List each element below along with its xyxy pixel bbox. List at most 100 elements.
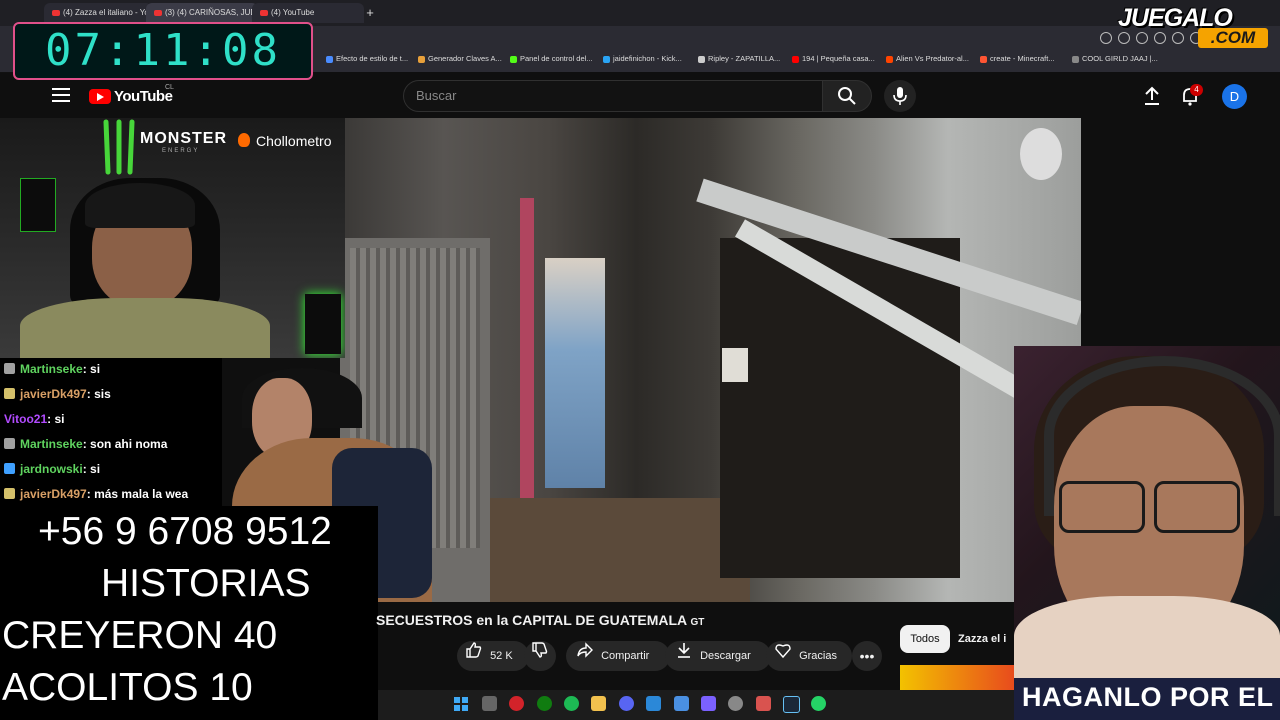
app-icon[interactable]	[728, 696, 743, 711]
stream-overlay-panel: +56 9 6708 9512 HISTORIAS CREYERON 40 AC…	[0, 506, 378, 720]
super-thanks-icon	[775, 644, 791, 659]
monster-brand-subtext: ENERGY	[162, 148, 200, 154]
chat-message: Martinseke: son ahi noma	[4, 437, 167, 451]
chat-text: : si	[47, 412, 65, 426]
juegalo-domain: .COM	[1198, 28, 1268, 48]
tab-zazza[interactable]: (4) Zazza el italiano - YouT	[44, 3, 152, 23]
chat-text: : sis	[86, 387, 111, 401]
bookmark-favicon-icon	[603, 55, 610, 63]
chat-badge-icon	[4, 438, 15, 449]
youtube-favicon-icon	[52, 9, 60, 16]
chat-text: : si	[82, 362, 101, 376]
chat-username: Vitoo21	[4, 412, 48, 426]
thumbs-up-icon	[466, 642, 482, 658]
task-view-icon[interactable]	[482, 696, 497, 711]
bookmark-favicon-icon	[1072, 55, 1079, 63]
bookmark-favicon-icon	[326, 55, 333, 63]
video-sign	[722, 348, 748, 382]
tab-label: (4) YouTube	[271, 8, 315, 17]
stream-timer: 07:11:08	[13, 22, 313, 80]
thanks-button[interactable]: Gracias	[766, 641, 852, 671]
store-icon[interactable]	[646, 696, 661, 711]
stream-chat: Martinseke: si javierDk497: sis Vitoo21:…	[0, 358, 222, 506]
bookmark-label: Ripley - ZAPATILLA...	[708, 54, 781, 63]
account-avatar[interactable]: D	[1222, 84, 1247, 109]
overlay-phone: +56 9 6708 9512	[38, 510, 332, 553]
bookmark-favicon-icon	[418, 55, 425, 63]
whatsapp-icon[interactable]	[811, 696, 826, 711]
monster-can	[20, 178, 56, 232]
tab-label: (3) (4) CARIÑOSAS, JUD...	[165, 8, 258, 17]
more-dots-icon: •••	[859, 648, 875, 664]
search-input[interactable]: Buscar	[403, 80, 823, 112]
chat-message: Vitoo21: si	[4, 412, 64, 426]
bookmark-label: 194 | Pequeña casa...	[802, 54, 875, 63]
video-title: SECUESTROS en la CAPITAL DE GUATEMALA GT	[376, 612, 704, 628]
webcam-hoodie	[20, 298, 270, 358]
hamburger-menu-icon[interactable]	[52, 88, 70, 102]
more-actions-button[interactable]: •••	[852, 641, 882, 671]
bookmark-item[interactable]: jaidefinichon - Kick...	[603, 54, 682, 63]
youtube-play-icon	[89, 89, 111, 104]
like-count: 52 K	[490, 650, 513, 662]
download-icon	[678, 643, 690, 658]
country-code: CL	[165, 84, 174, 91]
new-tab-button[interactable]: +	[362, 5, 378, 21]
opera-browser-icon[interactable]	[509, 696, 524, 711]
facecam-headphones	[1044, 356, 1280, 516]
chip-all[interactable]: Todos	[900, 625, 950, 653]
bookmark-label: Efecto de estilo de t...	[336, 54, 409, 63]
bookmark-favicon-icon	[792, 55, 799, 63]
bookmark-item[interactable]: 194 | Pequeña casa...	[792, 54, 875, 63]
video-title-flag: GT	[690, 617, 705, 628]
juegalo-logo: JUEGALO .COM	[1112, 4, 1280, 48]
download-button[interactable]: Descargar	[665, 641, 771, 671]
overlay-creyeron: CREYERON 40	[2, 614, 278, 657]
bookmark-label: COOL GIRLD JAAJ |...	[1082, 54, 1158, 63]
youtube-logo[interactable]: YouTube	[89, 87, 173, 107]
tab-active[interactable]: (3) (4) CARIÑOSAS, JUD...	[146, 3, 258, 23]
bookmark-label: create - Minecraft...	[990, 54, 1055, 63]
bookmark-favicon-icon	[886, 55, 893, 63]
bookmark-item[interactable]: create - Minecraft...	[980, 54, 1055, 63]
chat-username: javierDk497	[20, 487, 87, 501]
extension-icon[interactable]	[1100, 32, 1112, 44]
chat-badge-icon	[4, 488, 15, 499]
bookmark-item[interactable]: COOL GIRLD JAAJ |...	[1072, 54, 1158, 63]
dislike-button[interactable]	[524, 641, 556, 671]
bookmark-item[interactable]: Generador Claves A...	[418, 54, 502, 63]
tab-youtube[interactable]: (4) YouTube	[252, 3, 364, 23]
app-icon[interactable]	[674, 696, 689, 711]
spotify-icon[interactable]	[564, 696, 579, 711]
windows-taskbar	[378, 690, 1014, 720]
app-icon[interactable]	[756, 696, 771, 711]
bookmark-item[interactable]: Efecto de estilo de t...	[326, 54, 408, 63]
search-button[interactable]	[822, 80, 872, 112]
share-label: Compartir	[601, 650, 650, 662]
bookmark-label: Generador Claves A...	[428, 54, 502, 63]
share-button[interactable]: Compartir	[566, 641, 670, 671]
voice-search-button[interactable]	[884, 80, 916, 112]
like-button[interactable]: 52 K	[457, 641, 529, 671]
guest-facecam	[1014, 346, 1280, 686]
file-explorer-icon[interactable]	[591, 696, 606, 711]
monster-claw-icon	[103, 119, 135, 175]
webcam-cap	[85, 183, 195, 228]
overlay-acolitos: ACOLITOS 10	[2, 666, 253, 709]
chip-channel[interactable]: Zazza el i	[958, 625, 1006, 653]
chat-text: : más mala la wea	[86, 487, 189, 501]
app-icon[interactable]	[701, 696, 716, 711]
download-label: Descargar	[700, 650, 751, 662]
bookmark-label: Alien Vs Predator-al...	[896, 54, 969, 63]
bookmark-item[interactable]: Alien Vs Predator-al...	[886, 54, 969, 63]
windows-start-icon[interactable]	[454, 697, 468, 711]
thanks-label: Gracias	[799, 650, 837, 662]
xbox-icon[interactable]	[537, 696, 552, 711]
discord-icon[interactable]	[619, 696, 634, 711]
notification-count-badge: 4	[1190, 84, 1203, 96]
steam-icon[interactable]	[783, 696, 800, 713]
bookmark-item[interactable]: Ripley - ZAPATILLA...	[698, 54, 780, 63]
bookmark-item[interactable]: Panel de control del...	[510, 54, 593, 63]
video-floor	[490, 498, 750, 602]
upload-icon[interactable]	[1142, 86, 1162, 106]
